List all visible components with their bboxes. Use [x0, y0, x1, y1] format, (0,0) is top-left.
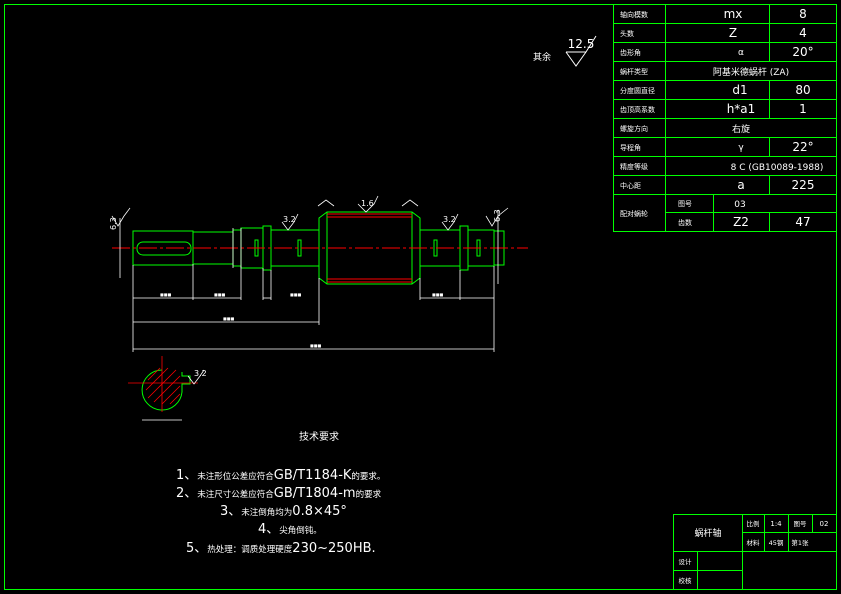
scale-label: 比例	[747, 519, 760, 528]
roughness-marks	[111, 195, 509, 231]
roughness-mark: 3.2	[283, 215, 296, 224]
param-merged: 右旋	[732, 123, 750, 135]
material-value: 45钢	[769, 539, 784, 547]
param-symbol: h*a1	[727, 102, 756, 116]
param-symbol: d1	[732, 83, 747, 97]
param-label: 精度等级	[620, 162, 648, 171]
technical-notes: 技术要求 1、未注形位公差应符合GB/T1184-K的要求。 2、未注尺寸公差应…	[176, 430, 385, 556]
roughness-value: 12.5	[568, 37, 595, 51]
dimension-text: ■■■ ■■■ ■■■ ■■■ ■■■ ■■■	[160, 292, 444, 348]
param-symbol: mx	[724, 7, 743, 21]
param-value: 22°	[792, 140, 813, 154]
roughness-mark: 6.3	[493, 209, 502, 222]
param-label: 轴向模数	[620, 10, 648, 19]
mate-row-value: 03	[734, 200, 745, 210]
checker-label: 校核	[679, 576, 693, 585]
param-value: 4	[799, 26, 807, 40]
mate-label: 配对蜗轮	[620, 209, 648, 218]
note-item: 5、热处理：调质处理硬度230~250HB.	[186, 541, 376, 556]
roughness-general: 其余 12.5	[533, 35, 597, 67]
note-item: 1、未注形位公差应符合GB/T1184-K的要求。	[176, 468, 385, 483]
dim-label: ■■■	[214, 292, 226, 297]
dim-label: ■■■	[290, 292, 302, 297]
param-value: 1	[799, 102, 807, 116]
param-label: 齿顶高系数	[620, 105, 655, 114]
cad-drawing: 轴向模数 mx 8 头数 Z 4 齿形角 α 20° 蜗杆类型 阿基米德蜗杆 (…	[4, 4, 837, 590]
dim-label: ■■■	[432, 292, 444, 297]
roughness-values: 6.3 3.2 1.6 3.2 6.3	[109, 199, 502, 230]
param-label: 分度圆直径	[620, 86, 655, 95]
param-value: 80	[795, 83, 810, 97]
param-merged: 阿基米德蜗杆 (ZA)	[713, 66, 789, 78]
mate-row-label: 齿数	[678, 218, 692, 227]
scale-value: 1:4	[770, 520, 782, 528]
param-symbol: Z	[729, 26, 737, 40]
sheet-value: 第1张	[791, 538, 809, 547]
param-merged: 8 C (GB10089-1988)	[731, 163, 824, 173]
roughness-mark: 3.2	[194, 369, 207, 378]
param-symbol: α	[738, 48, 744, 58]
notes-title: 技术要求	[299, 430, 339, 443]
dim-label: ■■■	[223, 316, 235, 321]
param-label: 螺旋方向	[620, 124, 648, 133]
roughness-prefix: 其余	[533, 51, 551, 63]
drawing-no-value: 02	[820, 520, 829, 528]
dim-label: ■■■	[310, 343, 322, 348]
param-symbol: γ	[738, 143, 744, 153]
param-label: 齿形角	[620, 48, 641, 57]
part-name: 蜗杆轴	[694, 527, 721, 539]
param-symbol: a	[737, 178, 744, 192]
param-label: 头数	[620, 29, 634, 38]
note-item: 2、未注尺寸公差应符合GB/T1804-m的要求	[176, 486, 382, 501]
material-label: 材料	[747, 538, 761, 547]
dim-label: ■■■	[160, 292, 172, 297]
roughness-mark: 1.6	[361, 199, 374, 208]
roughness-mark: 3.2	[443, 215, 456, 224]
drawing-no-label: 图号	[794, 520, 808, 528]
param-value: 8	[799, 7, 807, 21]
note-item: 3、未注倒角均为0.8×45°	[220, 504, 347, 519]
designer-label: 设计	[679, 557, 693, 566]
param-label: 蜗杆类型	[620, 67, 648, 76]
mate-row-value: 47	[795, 215, 810, 229]
note-item: 4、尖角倒钝。	[258, 522, 322, 537]
roughness-mark: 6.3	[109, 217, 118, 230]
section-view: 3.2	[128, 356, 207, 421]
param-label: 导程角	[620, 143, 641, 152]
drawing-border	[4, 4, 837, 590]
mate-row-label: 图号	[678, 200, 692, 208]
param-value: 20°	[792, 45, 813, 59]
mate-row-symbol: Z2	[733, 215, 749, 229]
param-value: 225	[792, 178, 815, 192]
param-label: 中心距	[620, 181, 641, 190]
